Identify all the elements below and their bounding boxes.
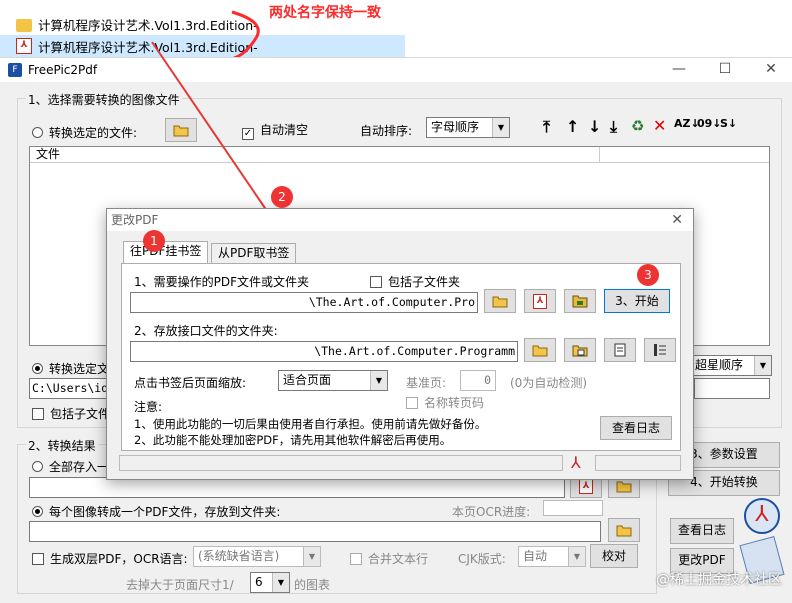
notepad-icon — [614, 343, 626, 357]
folder-edit-icon — [572, 345, 588, 357]
notepad-button[interactable] — [604, 338, 636, 362]
folder-tree-button[interactable] — [564, 289, 596, 313]
base-page-label: 基准页: — [406, 376, 447, 390]
folder-tree-icon — [572, 295, 588, 308]
tab-add-bookmark[interactable]: 往PDF挂书签 — [123, 241, 209, 263]
name-page-checkbox[interactable]: 名称转页码 — [406, 394, 484, 411]
dialog-status-box — [595, 455, 681, 471]
dialog-titlebar: 更改PDF ✕ — [107, 209, 693, 231]
open-folder-button-dialog[interactable] — [484, 289, 516, 313]
checkbox-label: 包括子文件夹 — [388, 275, 461, 289]
interface-folder-input[interactable]: \The.Art.of.Computer.Programm — [130, 341, 518, 362]
marker-3: 3 — [637, 264, 659, 286]
folder-open-icon — [532, 345, 548, 357]
tab-get-bookmark[interactable]: 从PDF取书签 — [211, 243, 297, 263]
marker-2: 2 — [271, 186, 293, 208]
zoom-value: 适合页面 — [283, 373, 332, 387]
auto-detect-label: (0为自动检测) — [510, 376, 587, 390]
chevron-down-icon: ▼ — [370, 371, 387, 390]
notice-line-2: 2、此功能不能处理加密PDF，请先用其他软件解密后再使用。 — [134, 433, 452, 447]
dialog-progress-bar — [119, 455, 563, 471]
pdf-icon: ⅄ — [533, 293, 547, 309]
marker-1: 1 — [143, 230, 165, 252]
checkbox-icon — [406, 397, 418, 409]
dialog-view-log-button[interactable]: 查看日志 — [600, 416, 672, 440]
checkbox-icon — [370, 276, 382, 288]
step1-label: 1、需要操作的PDF文件或文件夹 — [134, 275, 310, 289]
checkbox-label: 名称转页码 — [424, 396, 485, 410]
bookmark-list-icon — [654, 344, 666, 356]
acrobat-icon: ⅄ — [571, 453, 581, 472]
base-page-input[interactable]: 0 — [460, 370, 496, 391]
folder-open-icon — [492, 296, 508, 308]
tab-panel: 1、需要操作的PDF文件或文件夹 包括子文件夹 \The.Art.of.Comp… — [121, 263, 681, 451]
include-sub-folder-checkbox[interactable]: 包括子文件夹 — [370, 273, 460, 290]
dialog-title: 更改PDF — [111, 213, 159, 227]
notice-label: 注意: — [134, 400, 163, 414]
open-folder-button-dialog-2[interactable] — [524, 338, 556, 362]
dialog-close-icon[interactable]: ✕ — [671, 209, 683, 231]
bookmark-list-button[interactable] — [644, 338, 676, 362]
modify-pdf-dialog: 更改PDF ✕ 往PDF挂书签 从PDF取书签 1、需要操作的PDF文件或文件夹… — [106, 208, 694, 480]
zoom-label: 点击书签后页面缩放: — [134, 376, 247, 390]
pdf-file-button-dialog[interactable]: ⅄ — [524, 289, 556, 313]
notice-line-1: 1、使用此功能的一切后果由使用者自行承担。使用前请先做好备份。 — [134, 417, 487, 431]
folder-edit-button[interactable] — [564, 338, 596, 362]
pdf-path-input[interactable]: \The.Art.of.Computer.Pro — [130, 292, 478, 313]
step2-label: 2、存放接口文件的文件夹: — [134, 324, 278, 338]
dialog-start-button[interactable]: 3、开始 — [604, 289, 670, 313]
zoom-select[interactable]: 适合页面 ▼ — [278, 370, 388, 391]
